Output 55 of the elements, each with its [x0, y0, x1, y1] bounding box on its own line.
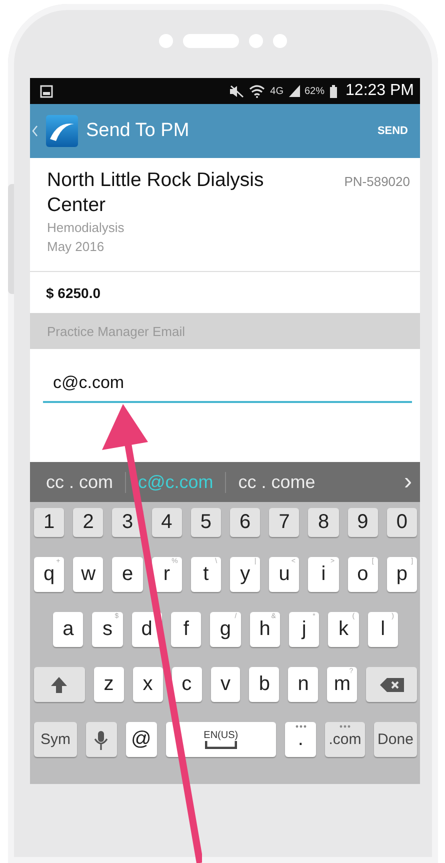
section-header: Practice Manager Email: [30, 313, 420, 349]
mute-icon: [229, 84, 244, 98]
image-icon: [40, 84, 53, 98]
keyboard-key[interactable]: Done: [374, 722, 417, 757]
keyboard-key[interactable]: z: [94, 667, 124, 702]
signal-icon: [288, 85, 300, 97]
treatment-type: Hemodialysis: [47, 219, 126, 237]
shift-key[interactable]: [34, 667, 85, 702]
keyboard-key[interactable]: Sym: [34, 722, 78, 757]
facility-name: North Little Rock Dialysis Center: [47, 168, 265, 218]
keyboard-key[interactable]: f: [170, 612, 202, 647]
back-icon[interactable]: [32, 125, 38, 137]
keyboard-key[interactable]: 2: [73, 508, 104, 537]
amount: $ 6250.0: [45, 284, 102, 302]
battery-percent: 62%: [304, 86, 325, 96]
keyboard-key[interactable]: 4: [152, 508, 182, 537]
keyboard-key[interactable]: w: [73, 557, 104, 592]
wifi-icon: [249, 84, 266, 98]
keyboard-key[interactable]: 6: [230, 508, 260, 537]
space-key[interactable]: EN(US): [166, 722, 276, 757]
network-type: 4G: [270, 86, 284, 96]
keyboard-key[interactable]: 9: [348, 508, 378, 537]
keyboard-key[interactable]: b: [249, 667, 280, 702]
keyboard-key[interactable]: a: [53, 612, 84, 647]
record-date: May 2016: [47, 238, 106, 256]
record-code: PN-589020: [344, 173, 410, 191]
app-logo: [46, 115, 78, 147]
battery-icon: [330, 84, 337, 98]
microphone-icon: [94, 728, 108, 750]
voice-key[interactable]: [86, 722, 117, 757]
space-icon: [204, 741, 237, 749]
keyboard-key[interactable]: 7: [269, 508, 300, 537]
keyboard-key[interactable]: 1: [34, 508, 64, 537]
email-field[interactable]: c@c.com: [43, 371, 412, 403]
keyboard-key[interactable]: 0: [386, 508, 418, 537]
more-suggestions-button[interactable]: ›: [404, 468, 412, 496]
keyboard-key[interactable]: v: [210, 667, 240, 702]
keyboard-key[interactable]: 8: [308, 508, 339, 537]
status-time: 12:23 PM: [346, 82, 414, 100]
screen-title: Send To PM: [86, 120, 190, 142]
suggestion[interactable]: cc . com: [46, 472, 126, 492]
suggestion[interactable]: cc . come: [226, 472, 328, 492]
more-dots-icon: [294, 725, 307, 728]
keyboard-key[interactable]: .com: [324, 722, 365, 757]
keyboard-key[interactable]: c: [172, 667, 202, 702]
keyboard-key[interactable]: .: [285, 722, 316, 757]
backspace-key[interactable]: [366, 667, 418, 702]
keyboard-key[interactable]: 5: [190, 508, 222, 537]
keyboard-key[interactable]: x: [132, 667, 163, 702]
more-dots-icon: [338, 725, 351, 728]
keyboard-key[interactable]: @: [126, 722, 157, 757]
keyboard-key[interactable]: e: [112, 557, 143, 592]
shift-icon: [50, 676, 68, 694]
backspace-icon: [380, 678, 404, 692]
keyboard-key[interactable]: n: [288, 667, 318, 702]
